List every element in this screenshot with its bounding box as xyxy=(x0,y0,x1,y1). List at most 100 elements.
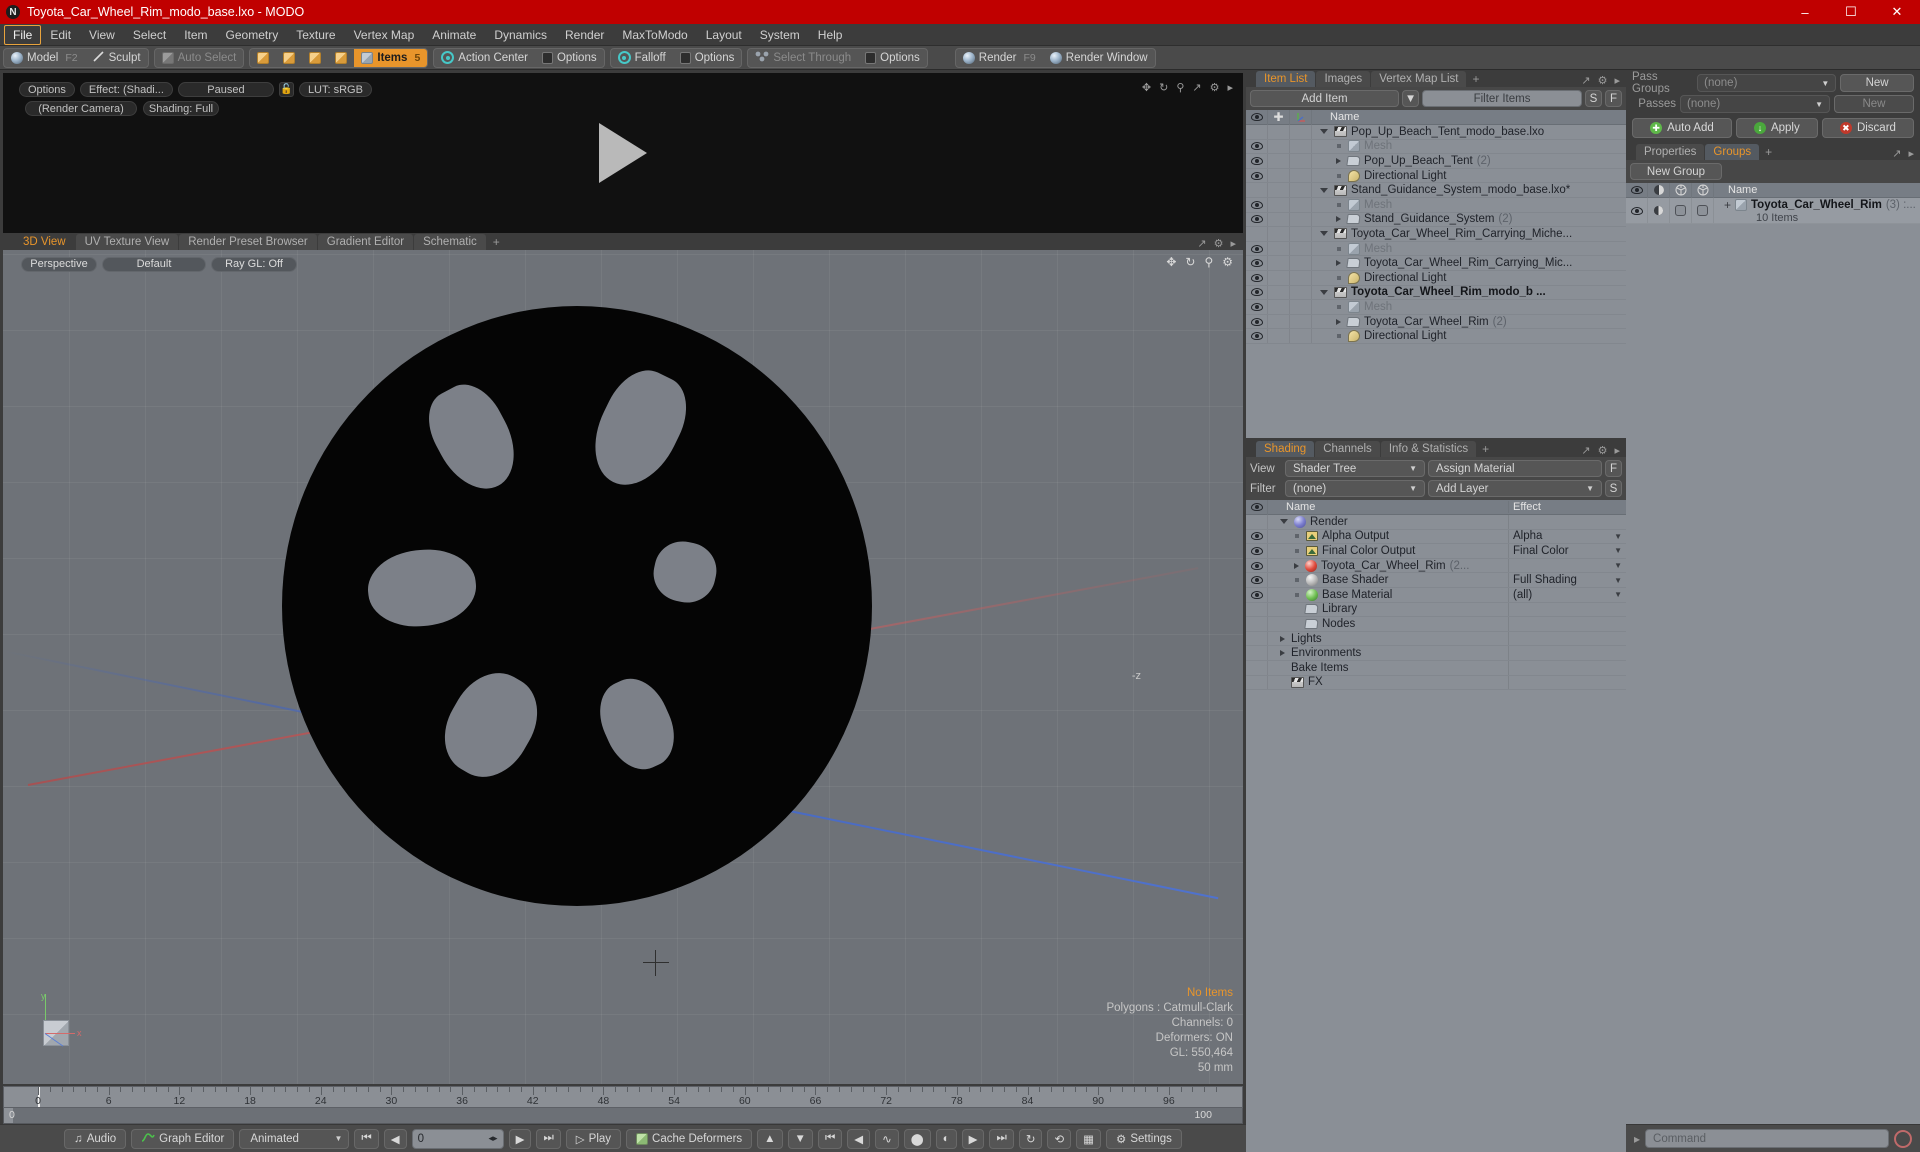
falloff-button[interactable]: Falloff xyxy=(611,49,673,67)
row-transform-toggle[interactable] xyxy=(1290,197,1312,212)
item-list-gear-icon[interactable]: ⚙ xyxy=(1598,74,1608,87)
assign-material-button[interactable]: Assign Material xyxy=(1428,460,1602,477)
preview-panel[interactable]: Options Effect: (Shadi... Paused 🔓 LUT: … xyxy=(3,73,1243,233)
preview-paused-button[interactable]: Paused xyxy=(177,82,274,97)
tab-images[interactable]: Images xyxy=(1316,71,1371,87)
item-list-row[interactable]: Pop_Up_Beach_Tent (2) xyxy=(1246,154,1626,169)
item-list-row[interactable]: Directional Light xyxy=(1246,329,1626,344)
lock-icon[interactable]: 🔓 xyxy=(278,82,294,97)
filter-items-input[interactable]: Filter Items xyxy=(1422,90,1582,107)
apply-button[interactable]: ↓ Apply xyxy=(1735,118,1818,138)
passes-dropdown[interactable]: (none) ▼ xyxy=(1680,95,1830,113)
expand-plus-icon[interactable]: + xyxy=(1724,198,1731,212)
menu-item-maxtomodo[interactable]: MaxToModo xyxy=(613,25,696,45)
shader-effect-cell[interactable]: Final Color ▼ xyxy=(1508,544,1626,558)
go-to-end-button[interactable]: ⏭ xyxy=(536,1128,561,1149)
groups-tree[interactable]: Name + Toyota_Car_Wheel_Rim (3):... 10 … xyxy=(1626,183,1920,1124)
item-list-row[interactable]: Stand_Guidance_System (2) xyxy=(1246,212,1626,228)
material-mode-button[interactable] xyxy=(328,49,354,67)
timeline-range-bar[interactable]: 0 100 xyxy=(3,1108,1243,1124)
gear-icon[interactable]: ⚙ xyxy=(1210,81,1220,94)
tab-item-list[interactable]: Item List xyxy=(1256,71,1316,87)
row-transform-toggle[interactable] xyxy=(1290,329,1312,343)
row-visibility-toggle[interactable] xyxy=(1246,125,1268,139)
menu-item-vertex-map[interactable]: Vertex Map xyxy=(345,25,424,45)
expand-triangle-icon[interactable] xyxy=(1336,157,1341,164)
expand-triangle-icon[interactable] xyxy=(1336,260,1341,267)
row-lock-toggle[interactable] xyxy=(1268,256,1290,270)
key-transform-up-button[interactable]: ▲ xyxy=(757,1128,783,1149)
group-row-select-toggle[interactable] xyxy=(1670,198,1692,223)
shader-row-visibility-toggle[interactable] xyxy=(1246,587,1268,602)
shading-filter-dropdown[interactable]: (none) ▼ xyxy=(1285,480,1425,497)
item-list-row[interactable]: Stand_Guidance_System_modo_base.lxo* xyxy=(1246,183,1626,198)
select-through-button[interactable]: Select Through xyxy=(748,49,858,67)
auto-key-button[interactable]: ↻ xyxy=(1018,1128,1043,1149)
menu-item-geometry[interactable]: Geometry xyxy=(217,25,288,45)
item-list-tree[interactable]: ✚ Name Pop_Up_Beach_Tent_modo_base.lxo Me… xyxy=(1246,110,1626,438)
key-channel-button[interactable]: ▦ xyxy=(1076,1128,1101,1149)
row-transform-toggle[interactable] xyxy=(1290,256,1312,270)
group-row-visibility[interactable] xyxy=(1626,198,1648,223)
key-transform-down-button[interactable]: ▼ xyxy=(787,1128,813,1149)
groups-chevron-icon[interactable]: ▸ xyxy=(1908,147,1914,160)
group-row-hide-toggle[interactable] xyxy=(1692,198,1714,223)
falloff-options-button[interactable]: Options xyxy=(673,49,742,67)
action-center-options-button[interactable]: Options xyxy=(535,49,604,67)
chevron-down-icon[interactable]: ▼ xyxy=(1606,546,1626,555)
shader-effect-cell[interactable]: Alpha ▼ xyxy=(1508,529,1626,544)
next-frame-button[interactable]: ▶ xyxy=(508,1128,532,1149)
tab-uv-texture-view[interactable]: UV Texture View xyxy=(75,234,179,250)
preview-options-button[interactable]: Options xyxy=(19,82,75,97)
viewport-raygl-button[interactable]: Ray GL: Off xyxy=(211,256,297,272)
item-list-row[interactable]: Toyota_Car_Wheel_Rim_Carrying_Miche... xyxy=(1246,227,1626,242)
shader-effect-cell[interactable] xyxy=(1508,602,1626,617)
viewport-rotate-icon[interactable]: ↻ xyxy=(1185,255,1195,269)
auto-select-button[interactable]: Auto Select xyxy=(155,49,244,67)
group-row-shade[interactable] xyxy=(1648,198,1670,223)
edge-mode-button[interactable] xyxy=(276,49,302,67)
groups-expand-icon[interactable]: ↗ xyxy=(1892,147,1901,160)
tab-info-statistics[interactable]: Info & Statistics xyxy=(1380,441,1477,457)
expand-icon[interactable]: ↗ xyxy=(1192,81,1201,94)
shader-effect-cell[interactable] xyxy=(1508,646,1626,660)
shader-effect-cell[interactable] xyxy=(1508,660,1626,675)
cache-deformers-button[interactable]: Cache Deformers xyxy=(626,1128,753,1149)
row-transform-toggle[interactable] xyxy=(1290,168,1312,183)
shader-row-visibility-toggle[interactable] xyxy=(1246,558,1268,573)
shader-row-visibility-toggle[interactable] xyxy=(1246,631,1268,646)
row-visibility-toggle[interactable] xyxy=(1246,329,1268,343)
row-transform-toggle[interactable] xyxy=(1290,285,1312,300)
shader-effect-cell[interactable]: Full Shading ▼ xyxy=(1508,573,1626,587)
zoom-icon[interactable]: ⚲ xyxy=(1176,81,1184,94)
animation-mode-dropdown[interactable]: Animated ▼ xyxy=(239,1128,350,1149)
wheel-rim-model[interactable] xyxy=(282,306,872,906)
row-lock-toggle[interactable] xyxy=(1268,270,1290,285)
row-lock-toggle[interactable] xyxy=(1268,125,1290,139)
row-visibility-toggle[interactable] xyxy=(1246,285,1268,300)
pass-groups-dropdown[interactable]: (none) ▼ xyxy=(1697,74,1837,92)
tab-shading[interactable]: Shading xyxy=(1256,441,1315,457)
menu-item-system[interactable]: System xyxy=(751,25,809,45)
shader-effect-cell[interactable] xyxy=(1508,515,1626,529)
new-pass-button[interactable]: New xyxy=(1834,95,1914,113)
current-frame-field[interactable]: 0 ◂▸ xyxy=(411,1128,504,1149)
3d-viewport[interactable]: -z Perspective Default Ray GL: Off ✥ ↻ ⚲… xyxy=(3,250,1243,1084)
menu-item-select[interactable]: Select xyxy=(124,25,175,45)
chevron-down-icon[interactable]: ▼ xyxy=(1606,590,1626,599)
shader-row-visibility-toggle[interactable] xyxy=(1246,617,1268,631)
tab-properties[interactable]: Properties xyxy=(1636,144,1705,160)
axis-gizmo[interactable]: y x xyxy=(33,991,89,1050)
collapse-triangle-icon[interactable] xyxy=(1320,187,1328,193)
shader-effect-cell[interactable]: (all) ▼ xyxy=(1508,587,1626,602)
expand-triangle-icon[interactable] xyxy=(1336,318,1341,325)
row-transform-toggle[interactable] xyxy=(1290,270,1312,285)
chevron-down-icon[interactable]: ▼ xyxy=(1606,532,1626,541)
menu-item-view[interactable]: View xyxy=(80,25,124,45)
timeline[interactable]: 0 6 12 18 24 30 36 42 48 54 60 66 72 78 84 90 96 0 100 xyxy=(3,1086,1243,1124)
shader-row-visibility-toggle[interactable] xyxy=(1246,675,1268,690)
shader-tree-row[interactable]: FX xyxy=(1246,675,1626,691)
add-layer-dropdown[interactable]: Add Layer ▼ xyxy=(1428,480,1602,497)
rotate-icon[interactable]: ↻ xyxy=(1159,81,1168,94)
menu-item-file[interactable]: File xyxy=(4,24,42,45)
